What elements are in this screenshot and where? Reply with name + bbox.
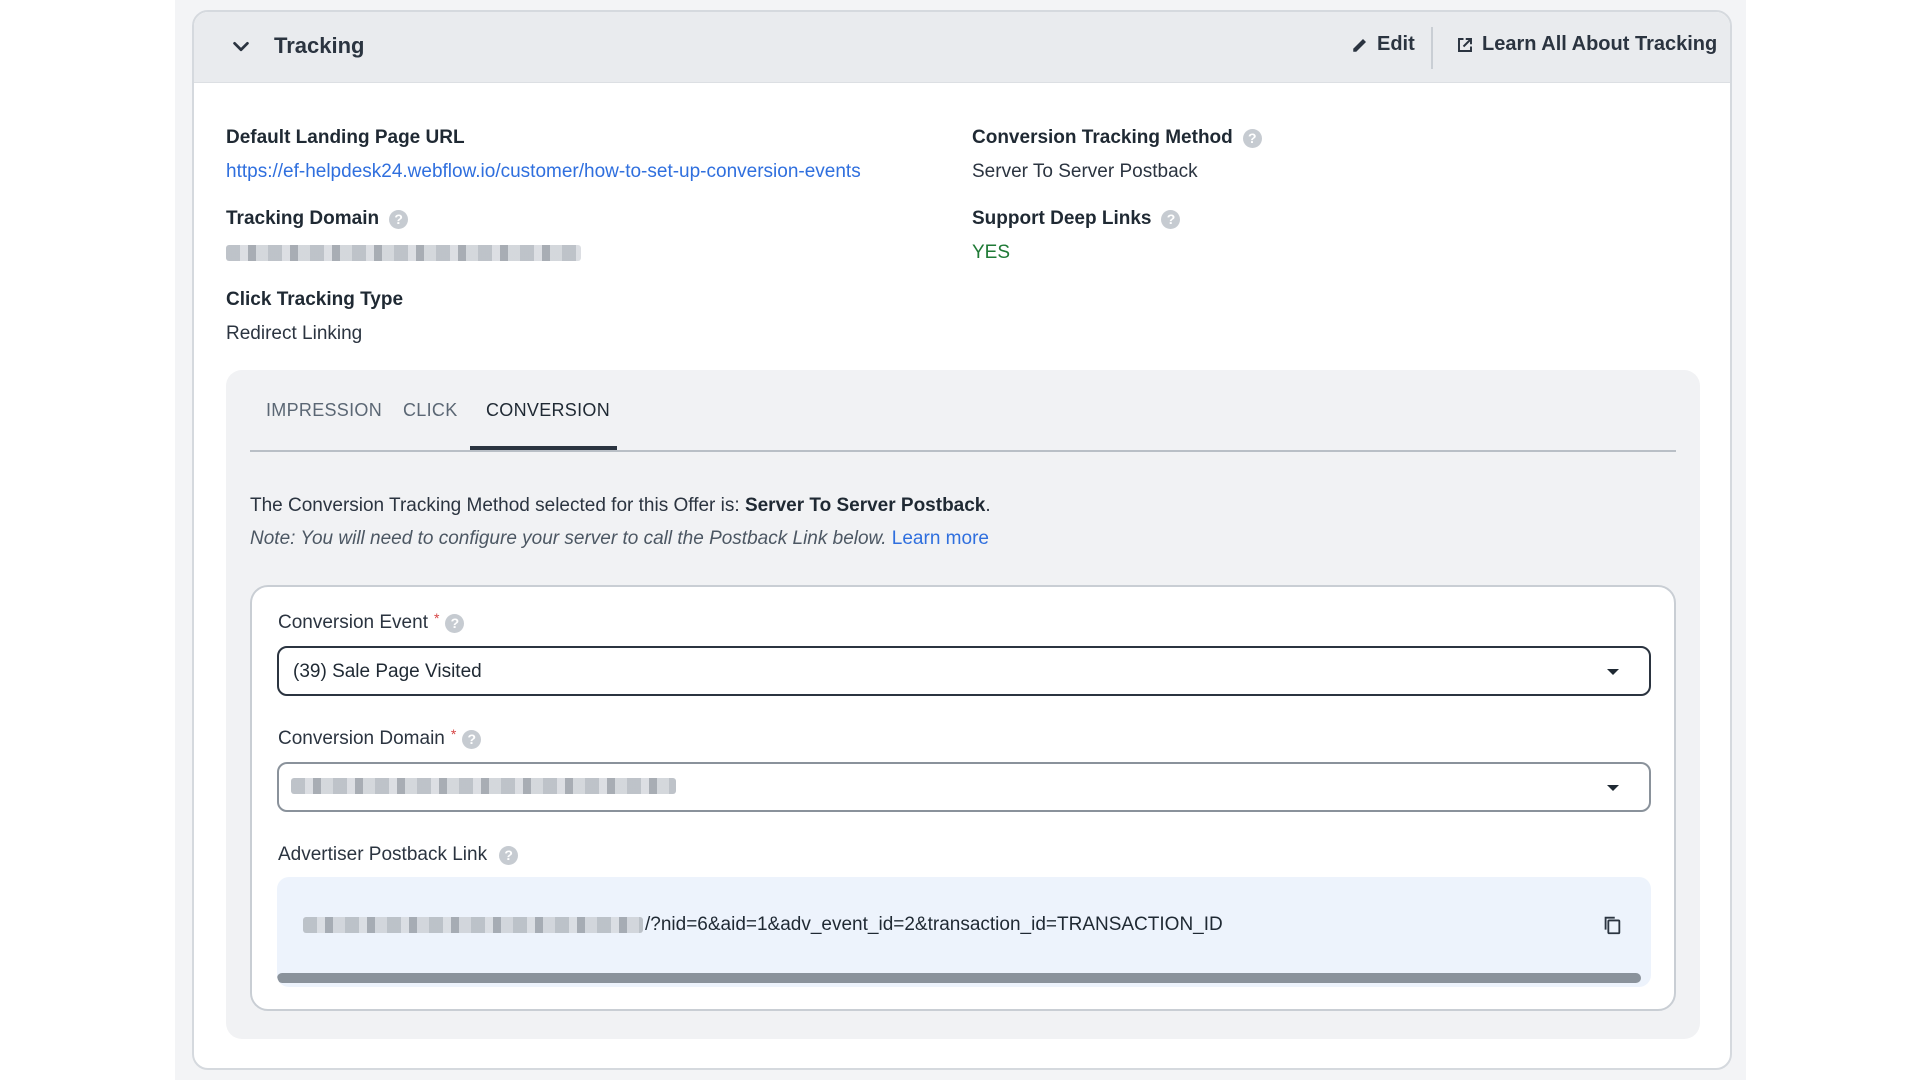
caret-down-icon [1607, 785, 1619, 791]
tab-click[interactable]: CLICK [403, 400, 458, 421]
learn-tracking-button[interactable]: Learn All About Tracking [1456, 33, 1717, 56]
conversion-domain-redacted [291, 778, 676, 794]
header-divider [1431, 27, 1433, 69]
help-icon[interactable]: ? [389, 209, 409, 229]
deep-links-value: YES [972, 242, 1011, 263]
postback-domain-redacted [303, 917, 643, 933]
help-icon[interactable]: ? [1242, 128, 1262, 148]
configuration-note: Note: You will need to configure your se… [250, 528, 989, 549]
card-title: Tracking [274, 33, 365, 58]
conversion-domain-label: Conversion Domain * ? [278, 726, 482, 750]
tab-impression[interactable]: IMPRESSION [266, 400, 382, 421]
click-tracking-type-value: Redirect Linking [226, 323, 363, 344]
active-tab-indicator [470, 446, 617, 450]
tracking-card: Tracking Edit Learn All About Tracking D… [192, 10, 1732, 1070]
chevron-down-icon[interactable] [230, 36, 252, 58]
edit-button-label: Edit [1377, 33, 1415, 55]
conversion-method-label: Conversion Tracking Method ? [972, 127, 1262, 149]
tab-bar: IMPRESSION CLICK CONVERSION [250, 370, 1676, 452]
caret-down-icon [1607, 669, 1619, 675]
help-icon[interactable]: ? [445, 613, 465, 633]
help-icon[interactable]: ? [499, 845, 519, 865]
copy-icon[interactable] [1601, 914, 1623, 936]
conversion-event-value: (39) Sale Page Visited [293, 661, 482, 682]
conversion-method-emphasis: Server To Server Postback [744, 495, 986, 516]
horizontal-scrollbar[interactable] [277, 973, 1641, 983]
landing-url-label: Default Landing Page URL [226, 127, 465, 148]
tracking-domain-redacted [226, 245, 581, 261]
tab-conversion[interactable]: CONVERSION [486, 400, 610, 421]
tracking-tabs-panel: IMPRESSION CLICK CONVERSION The Conversi… [226, 370, 1700, 1039]
landing-url-link[interactable]: https://ef-helpdesk24.webflow.io/custome… [226, 161, 861, 183]
pencil-icon [1353, 38, 1366, 52]
click-tracking-type-label: Click Tracking Type [226, 289, 404, 310]
postback-link-box: /?nid=6&aid=1&adv_event_id=2&transaction… [277, 877, 1651, 987]
external-link-icon [1458, 37, 1472, 52]
edit-button[interactable]: Edit [1351, 33, 1415, 56]
conversion-event-select[interactable]: (39) Sale Page Visited [277, 646, 1651, 696]
conversion-method-description: The Conversion Tracking Method selected … [250, 495, 991, 516]
required-mark: * [450, 726, 457, 742]
conversion-method-value: Server To Server Postback [972, 161, 1198, 182]
tracking-domain-label: Tracking Domain ? [226, 208, 409, 230]
conversion-domain-select[interactable] [277, 762, 1651, 812]
deep-links-label: Support Deep Links ? [972, 208, 1181, 230]
postback-link-label: Advertiser Postback Link ? [278, 844, 519, 866]
conversion-settings-box: Conversion Event * ? (39) Sale Page Visi… [250, 585, 1676, 1011]
card-header: Tracking Edit Learn All About Tracking [194, 12, 1730, 83]
postback-link-text[interactable]: /?nid=6&aid=1&adv_event_id=2&transaction… [645, 914, 1223, 936]
help-icon[interactable]: ? [462, 729, 482, 749]
conversion-event-label: Conversion Event * ? [278, 610, 465, 634]
help-icon[interactable]: ? [1161, 209, 1181, 229]
learn-more-link[interactable]: Learn more [892, 528, 989, 549]
learn-tracking-label: Learn All About Tracking [1482, 33, 1718, 55]
required-mark: * [433, 610, 440, 626]
